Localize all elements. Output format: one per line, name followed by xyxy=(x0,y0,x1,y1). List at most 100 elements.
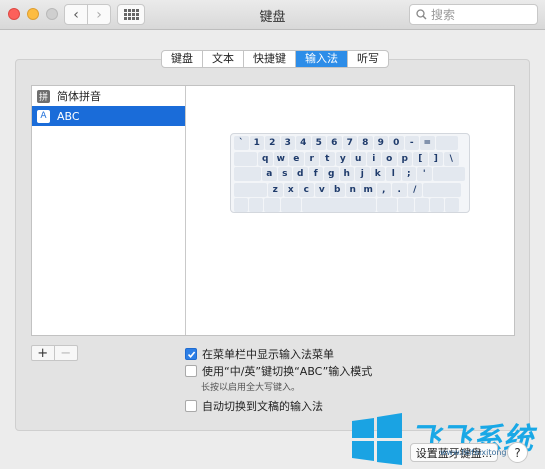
show-menu-checkbox[interactable] xyxy=(185,348,197,360)
keyboard-key: , xyxy=(376,182,391,197)
keyboard-key: f xyxy=(308,167,323,181)
keyboard-key: x xyxy=(283,182,298,197)
keyboard-key: s xyxy=(277,167,292,181)
zh-en-switch-label: 使用“中/英”键切换“ABC”输入模式 xyxy=(202,365,373,378)
keyboard-modifier-key xyxy=(234,167,261,181)
zh-en-switch-checkbox[interactable] xyxy=(185,365,197,377)
keyboard-modifier-key xyxy=(435,136,458,150)
keyboard-key: - xyxy=(404,136,419,150)
help-button[interactable]: ? xyxy=(507,442,528,463)
add-remove-control: + − xyxy=(31,345,78,361)
keyboard-key: 7 xyxy=(342,136,357,150)
show-menu-label: 在菜单栏中显示输入法菜单 xyxy=(202,348,334,361)
keyboard-key: n xyxy=(345,182,360,197)
keyboard-key: 9 xyxy=(373,136,388,150)
keyboard-modifier-key xyxy=(430,198,444,212)
keyboard-key: i xyxy=(366,151,381,166)
keyboard-key: h xyxy=(339,167,354,181)
keyboard-row-numbers: ` 1 2 3 4 5 6 7 8 9 0- = xyxy=(234,136,466,151)
tab-shortcuts[interactable]: 快捷键 xyxy=(244,51,296,67)
pinyin-icon: 拼 xyxy=(37,89,50,103)
keyboard-key: q xyxy=(258,151,273,166)
keyboard-space-key xyxy=(302,198,376,212)
zh-en-hint: 长按以启用全大写键入。 xyxy=(201,383,301,393)
keyboard-key: p xyxy=(397,151,412,166)
tab-keyboard[interactable]: 键盘 xyxy=(162,51,203,67)
keyboard-key: o xyxy=(382,151,397,166)
keyboard-modifier-key xyxy=(415,198,429,212)
keyboard-modifier-key xyxy=(249,198,263,212)
keyboard-key: m xyxy=(361,182,376,197)
keyboard-row-top: q w e r t y u i o p[] \ xyxy=(234,151,466,167)
tab-dictation[interactable]: 听写 xyxy=(348,51,388,67)
keyboard-key: ' xyxy=(417,167,432,181)
keyboard-modifier-key xyxy=(234,151,257,166)
keyboard-key: j xyxy=(355,167,370,181)
input-sources-pane: 拼 简体拼音 A ABC ` 1 2 3 4 5 6 7 8 9 0- = q w e r t y u i o p[] \… xyxy=(31,85,515,336)
search-icon xyxy=(416,9,427,20)
keyboard-row-bottom: z x c v b n m,. / xyxy=(234,182,466,198)
keyboard-key: u xyxy=(351,151,366,166)
checkmark-icon xyxy=(187,350,195,358)
keyboard-key: w xyxy=(273,151,288,166)
tab-bar: 键盘 文本 快捷键 输入法 听写 xyxy=(161,50,389,68)
remove-button[interactable]: − xyxy=(55,346,77,361)
keyboard-modifier-key xyxy=(423,182,461,197)
keyboard-key: ] xyxy=(428,151,443,166)
keyboard-key: a xyxy=(262,167,277,181)
keyboard-key: 2 xyxy=(265,136,280,150)
zh-en-switch-option[interactable]: 使用“中/英”键切换“ABC”输入模式 xyxy=(185,363,372,379)
list-item-pinyin[interactable]: 拼 简体拼音 xyxy=(32,86,185,106)
keyboard-key: 5 xyxy=(311,136,326,150)
search-placeholder: 搜索 xyxy=(431,8,456,22)
keyboard-modifier-key xyxy=(432,167,465,181)
keyboard-preview: ` 1 2 3 4 5 6 7 8 9 0- = q w e r t y u i o p[] \ a s d f g h j k l; ' … xyxy=(230,133,470,213)
keyboard-key: 6 xyxy=(327,136,342,150)
keyboard-key: y xyxy=(335,151,350,166)
keyboard-modifier-key xyxy=(234,182,267,197)
list-item-abc[interactable]: A ABC xyxy=(32,106,185,126)
auto-switch-label: 自动切换到文稿的输入法 xyxy=(202,400,323,413)
abc-icon: A xyxy=(37,109,50,123)
tab-input-sources[interactable]: 输入法 xyxy=(296,51,348,67)
keyboard-key: e xyxy=(289,151,304,166)
show-menu-option[interactable]: 在菜单栏中显示输入法菜单 xyxy=(185,346,334,362)
keyboard-key: 4 xyxy=(296,136,311,150)
keyboard-key: r xyxy=(304,151,319,166)
keyboard-key: d xyxy=(293,167,308,181)
keyboard-modifier-key xyxy=(398,198,414,212)
windows-logo-icon xyxy=(352,413,402,465)
keyboard-row-space xyxy=(234,198,466,213)
keyboard-modifier-key xyxy=(377,198,397,212)
keyboard-modifier-key xyxy=(445,198,459,212)
keyboard-key: 0 xyxy=(389,136,404,150)
keyboard-key: . xyxy=(392,182,407,197)
tab-text[interactable]: 文本 xyxy=(203,51,244,67)
keyboard-key: = xyxy=(420,136,435,150)
keyboard-key: b xyxy=(330,182,345,197)
keyboard-key: / xyxy=(407,182,422,197)
list-item-label: ABC xyxy=(57,109,80,123)
auto-switch-checkbox[interactable] xyxy=(185,400,197,412)
keyboard-key: k xyxy=(370,167,385,181)
keyboard-key: z xyxy=(268,182,283,197)
keyboard-key: [ xyxy=(413,151,428,166)
keyboard-key: v xyxy=(314,182,329,197)
add-button[interactable]: + xyxy=(32,346,55,361)
keyboard-key: 8 xyxy=(358,136,373,150)
keyboard-key: ; xyxy=(401,167,416,181)
keyboard-key: l xyxy=(386,167,401,181)
input-source-list[interactable]: 拼 简体拼音 A ABC xyxy=(32,86,186,335)
keyboard-key: t xyxy=(320,151,335,166)
keyboard-key: 3 xyxy=(280,136,295,150)
title-bar: ‹ › 键盘 搜索 xyxy=(0,0,545,30)
keyboard-modifier-key xyxy=(234,198,248,212)
auto-switch-option[interactable]: 自动切换到文稿的输入法 xyxy=(185,398,323,414)
keyboard-modifier-key xyxy=(281,198,301,212)
search-field[interactable]: 搜索 xyxy=(409,4,538,25)
keyboard-key: c xyxy=(299,182,314,197)
keyboard-modifier-key xyxy=(264,198,280,212)
keyboard-key: 1 xyxy=(249,136,264,150)
keyboard-key: \ xyxy=(444,151,459,166)
keyboard-key: ` xyxy=(234,136,249,150)
